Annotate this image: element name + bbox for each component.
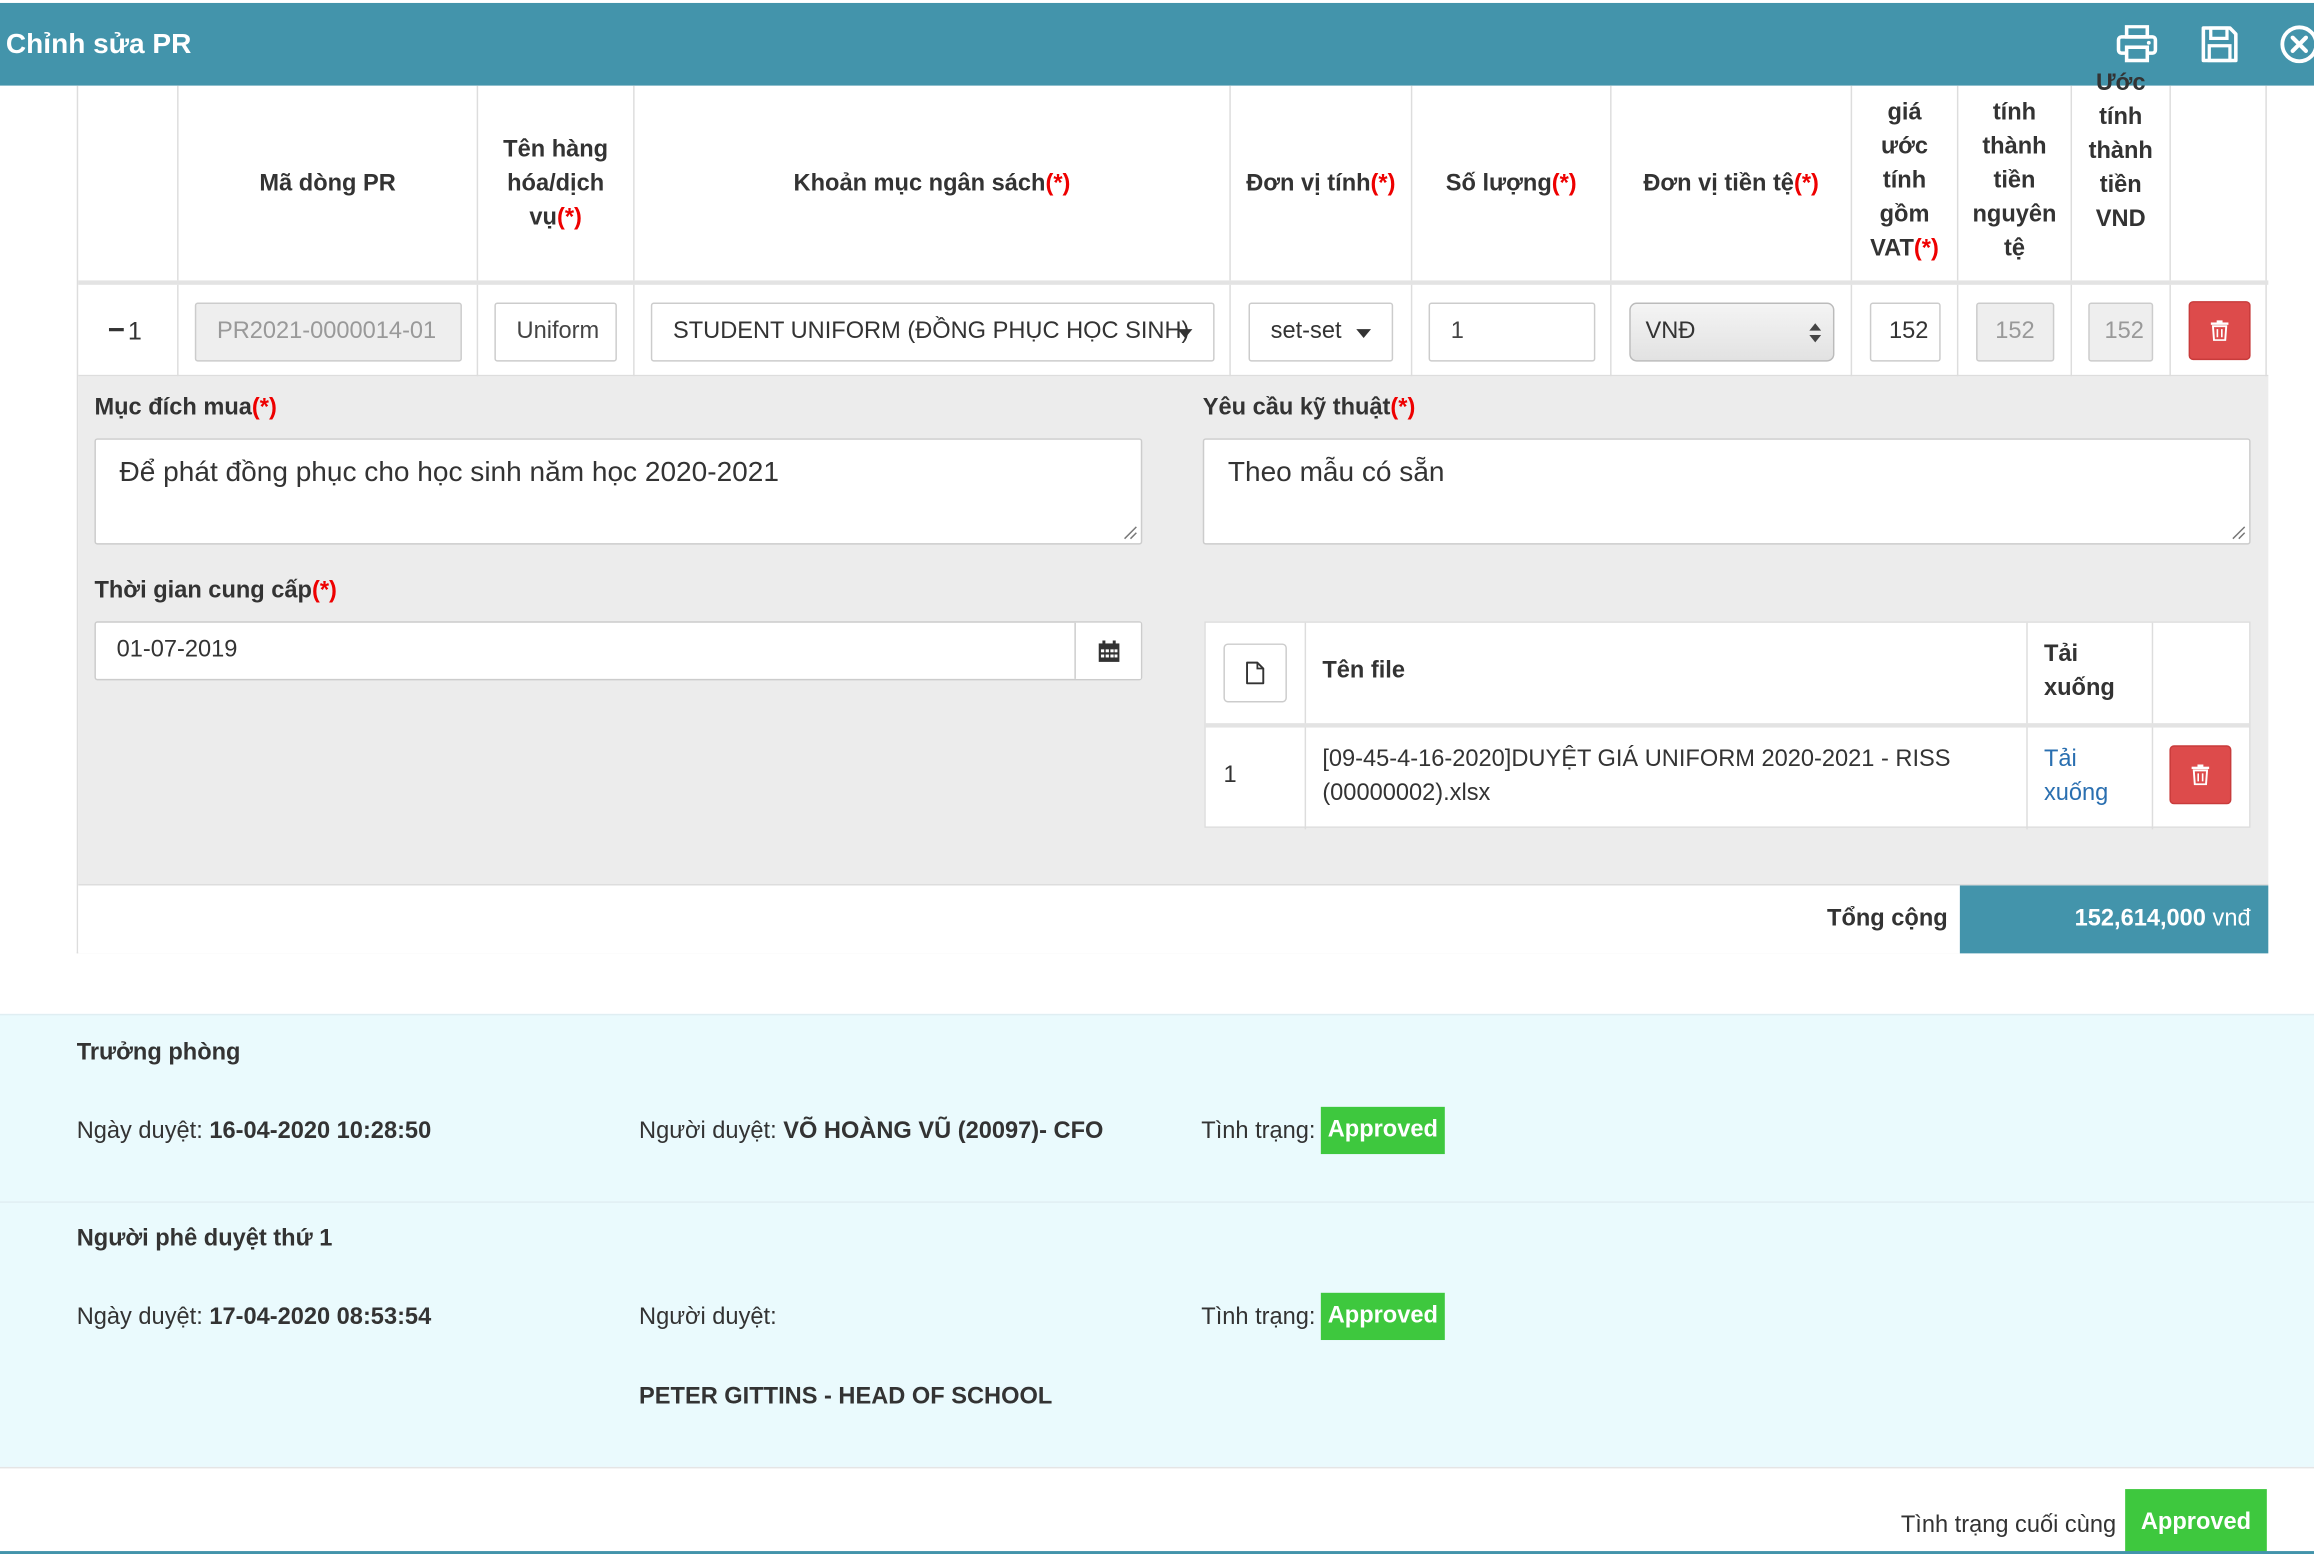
save-icon[interactable] [2196, 21, 2243, 68]
est-total-vnd-field[interactable]: 152 [2088, 302, 2154, 362]
est-price-vat-field[interactable]: 152 [1869, 302, 1941, 362]
tech-requirement-textarea[interactable]: Theo mẫu có sẵn [1202, 438, 2251, 545]
supply-time-label: Thời gian cung cấp(*) [94, 578, 337, 604]
total-label: Tổng cộng [1827, 906, 1948, 932]
col-header-item-name: Tên hàng hóa/dịch vụ(*) [478, 85, 635, 281]
col-header-est-total-orig: tính thành tiền nguyên tệ [1958, 85, 2073, 281]
approval-status-label: Tình trạng: [1201, 1304, 1316, 1330]
updown-icon [1809, 323, 1822, 343]
status-badge: Approved [1320, 1292, 1445, 1341]
delete-file-button[interactable] [2169, 745, 2232, 805]
row-detail-panel: Mục đích mua(*) Để phát đồng phục cho họ… [78, 376, 2269, 885]
trash-icon [2210, 320, 2229, 341]
col-header-budget: Khoản mục ngân sách(*) [635, 85, 1231, 281]
purpose-textarea[interactable]: Để phát đồng phục cho học sinh năm học 2… [94, 438, 1143, 545]
file-name: [09-45-4-16-2020]DUYỆT GIÁ UNIFORM 2020-… [1322, 746, 1951, 806]
final-status-bar: Tình trạng cuối cùng Approved [0, 1466, 2314, 1554]
approval-status-label: Tình trạng: [1201, 1118, 1316, 1144]
dialog-title: Chỉnh sửa PR [5, 29, 192, 61]
col-header-est-total-vnd: Ước tính thành tiền VND [2072, 71, 2171, 281]
final-status-label: Tình trạng cuối cùng [1900, 1512, 2117, 1538]
print-icon[interactable] [2113, 21, 2160, 68]
final-status-badge: Approved [2125, 1489, 2267, 1554]
col-header-toggle [78, 85, 179, 281]
delete-row-button[interactable] [2188, 301, 2251, 361]
calendar-button[interactable] [1074, 622, 1141, 679]
approval-block-department-head: Trưởng phòng Ngày duyệt: 16-04-2020 10:2… [0, 1013, 2314, 1202]
currency-select[interactable]: VNĐ [1629, 302, 1835, 362]
line-code-field[interactable]: PR2021-0000014-01 [194, 302, 462, 362]
close-circle-icon[interactable] [2276, 21, 2314, 68]
approval-date: Ngày duyệt: 17-04-2020 08:53:54 [76, 1304, 432, 1330]
est-total-orig-field[interactable]: 152 [1976, 302, 2055, 362]
row-index: 1 [127, 316, 142, 345]
col-header-actions [2171, 86, 2268, 281]
approver-value: PETER GITTINS - HEAD OF SCHOOL [639, 1384, 1053, 1410]
unit-select[interactable]: set-set [1248, 302, 1394, 362]
file-row-index: 1 [1223, 762, 1237, 789]
quantity-field[interactable]: 1 [1428, 302, 1596, 362]
total-row: Tổng cộng 152,614,000 vnđ [78, 884, 2269, 954]
col-header-quantity: Số lượng(*) [1412, 85, 1612, 281]
add-file-button[interactable] [1223, 643, 1287, 703]
total-value: 152,614,000 vnđ [1959, 885, 2269, 954]
trash-icon [2191, 764, 2210, 786]
approval-date: Ngày duyệt: 16-04-2020 10:28:50 [76, 1118, 432, 1144]
supply-date-input[interactable]: 01-07-2019 [117, 638, 238, 665]
collapse-toggle[interactable]: − [108, 314, 125, 348]
download-link[interactable]: Tải xuống [2044, 742, 2125, 810]
file-name-header: Tên file [1322, 658, 1405, 684]
download-header: Tải xuống [2043, 641, 2115, 702]
resize-handle-icon[interactable] [2231, 525, 2246, 540]
chevron-down-icon [1177, 329, 1193, 338]
supply-date-picker: 01-07-2019 [94, 621, 1143, 681]
chevron-down-icon [1356, 329, 1372, 338]
col-header-unit: Đơn vị tính(*) [1231, 85, 1413, 281]
approver-label: Người duyệt: [639, 1304, 777, 1330]
purpose-label: Mục đích mua(*) [94, 395, 277, 421]
file-icon [1246, 661, 1265, 685]
approval-title: Người phê duyệt thứ 1 [76, 1226, 333, 1252]
col-header-est-price-vat: giá ước tính gồm VAT(*) [1852, 85, 1959, 281]
col-header-currency: Đơn vị tiền tệ(*) [1612, 85, 1853, 281]
dialog-header: Chỉnh sửa PR [0, 2, 2314, 86]
edit-pr-dialog: Chỉnh sửa PR Mã dòng PR Tên hàng hóa/dịc… [0, 0, 2314, 1554]
col-header-line-code: Mã dòng PR [179, 85, 479, 281]
budget-select[interactable]: STUDENT UNIFORM (ĐỒNG PHỤC HỌC SINH) [650, 302, 1215, 362]
table-row: − 1 PR2021-0000014-01 Uniform STUDENT UN… [78, 284, 2269, 377]
pr-lines-table: Mã dòng PR Tên hàng hóa/dịch vụ(*) Khoản… [76, 71, 2269, 954]
approval-block-approver-1: Người phê duyệt thứ 1 Ngày duyệt: 17-04-… [0, 1201, 2314, 1467]
attachments-table: 1 Tên file [09-45-4-16-2020]DUYỆT GIÁ UN… [1204, 621, 2251, 830]
item-name-field[interactable]: Uniform [494, 302, 617, 362]
tech-requirement-label: Yêu cầu kỹ thuật(*) [1202, 395, 1416, 421]
approver: Người duyệt: VÕ HOÀNG VŨ (20097)- CFO [639, 1118, 1104, 1144]
resize-handle-icon[interactable] [1123, 525, 1138, 540]
status-badge: Approved [1320, 1106, 1445, 1155]
approval-title: Trưởng phòng [76, 1040, 241, 1066]
calendar-icon [1097, 639, 1119, 662]
